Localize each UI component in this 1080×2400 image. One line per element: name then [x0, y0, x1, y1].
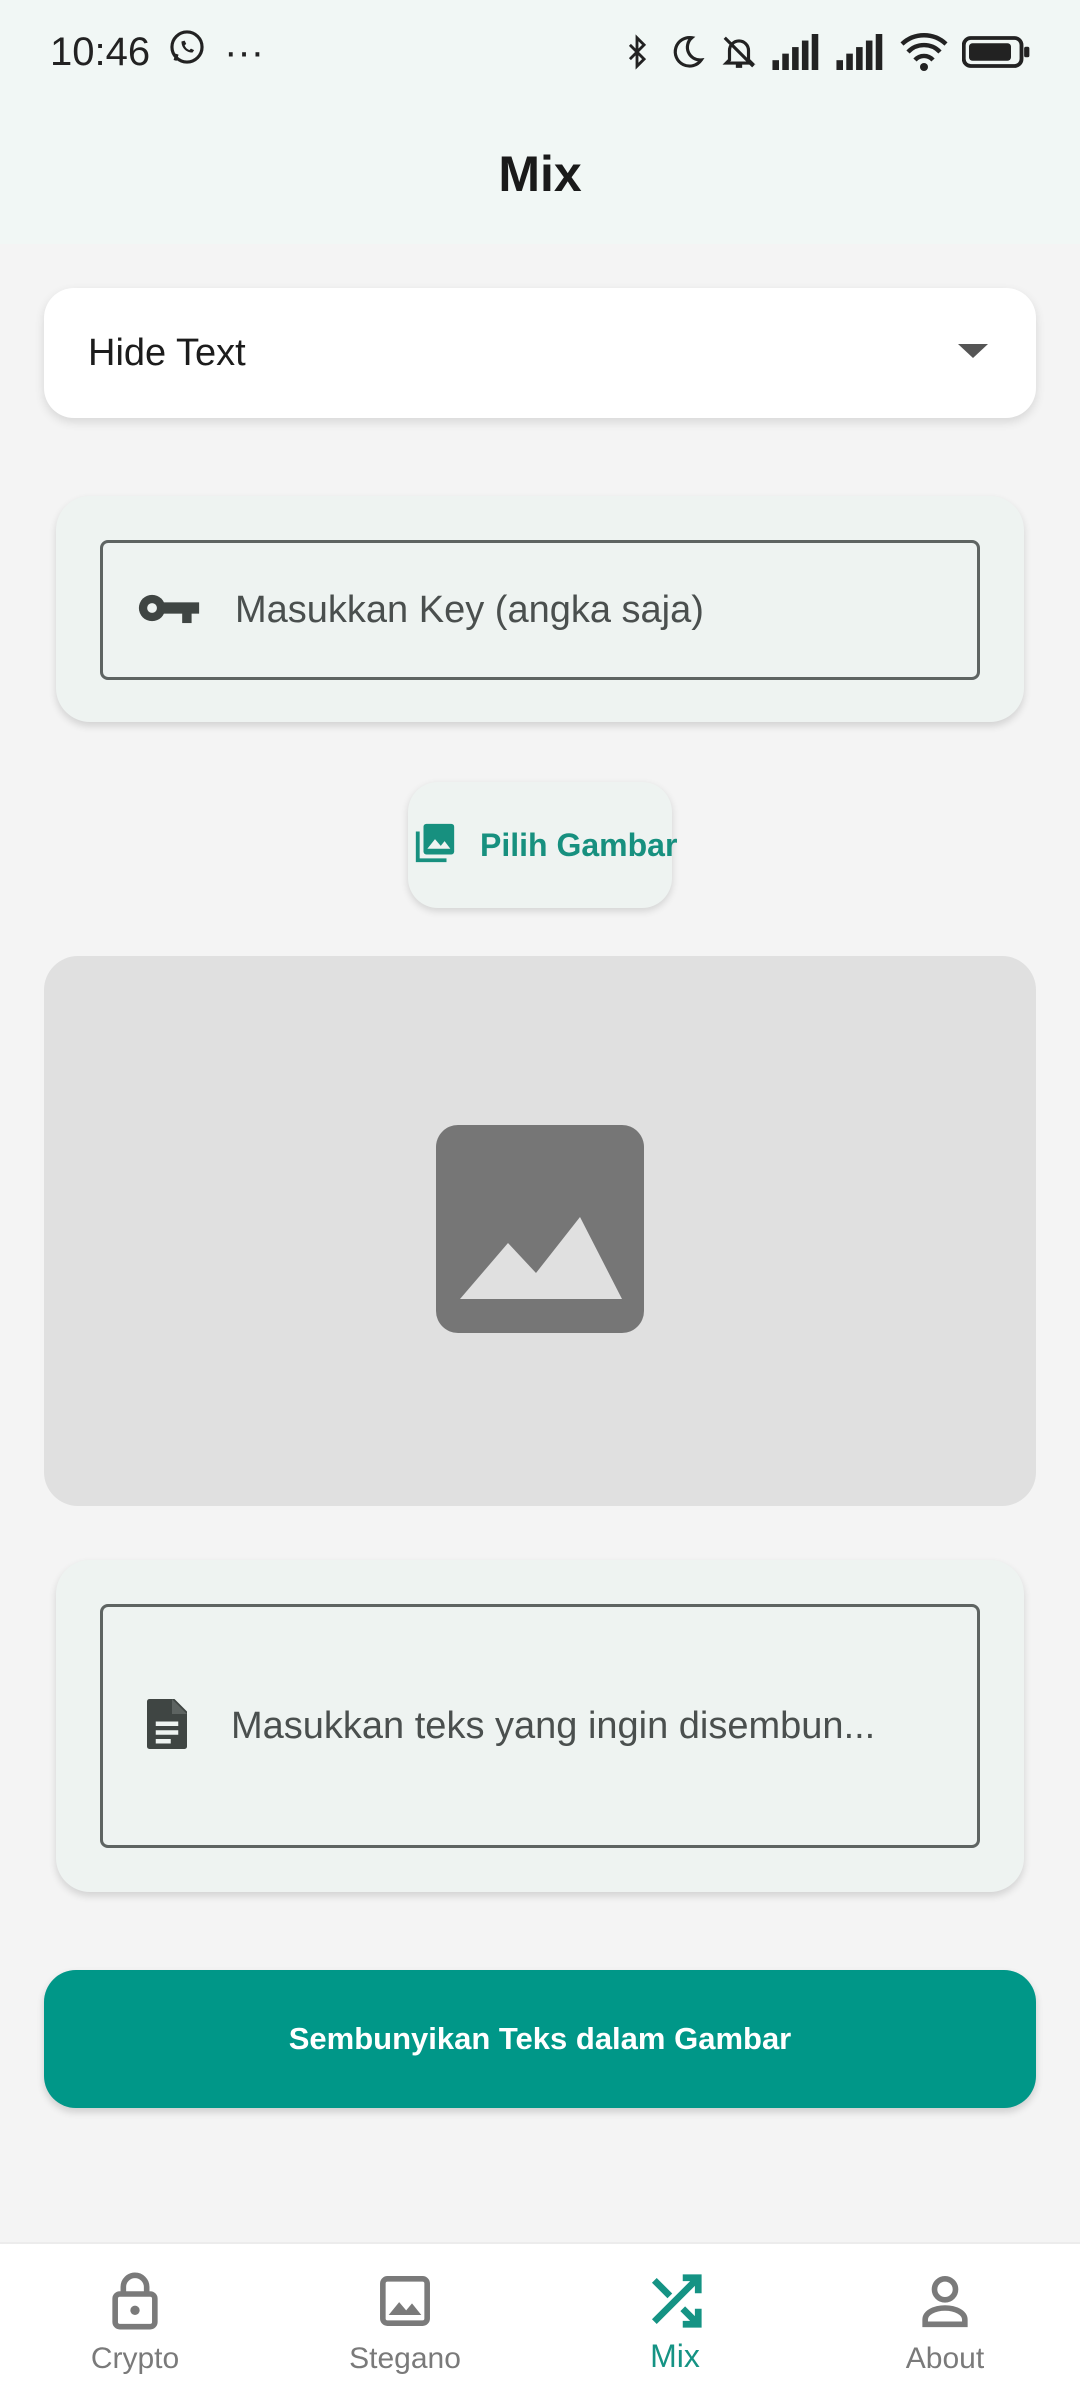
- pick-image-label: Pilih Gambar: [480, 826, 678, 863]
- signal-icon: [772, 34, 822, 70]
- moon-icon: [668, 32, 706, 72]
- status-bar: 10:46 ···: [0, 0, 1080, 104]
- key-card: Masukkan Key (angka saja): [56, 496, 1024, 722]
- status-left: 10:46 ···: [50, 28, 264, 76]
- message-card: Masukkan teks yang ingin disembun...: [56, 1560, 1024, 1892]
- photo-library-icon: [412, 820, 458, 871]
- whatsapp-icon: [168, 28, 206, 76]
- wifi-icon: [900, 32, 948, 72]
- message-input-placeholder: Masukkan teks yang ingin disembun...: [231, 1704, 876, 1747]
- key-input-placeholder: Masukkan Key (angka saja): [235, 588, 704, 631]
- overflow-dots: ···: [224, 29, 265, 74]
- lock-icon: [107, 2270, 163, 2332]
- chevron-down-icon: [958, 342, 988, 365]
- pick-image-button[interactable]: Pilih Gambar: [408, 782, 677, 908]
- mode-dropdown[interactable]: Hide Text: [44, 288, 1036, 418]
- bell-off-icon: [720, 32, 758, 72]
- signal-icon: [836, 34, 886, 70]
- bottom-nav: Crypto Stegano Mix About: [0, 2242, 1080, 2400]
- key-input[interactable]: Masukkan Key (angka saja): [100, 540, 980, 680]
- battery-icon: [962, 34, 1032, 70]
- image-preview: [44, 956, 1036, 1506]
- app-bar: Mix: [0, 104, 1080, 244]
- nav-label-about: About: [905, 2342, 985, 2375]
- shuffle-icon: [644, 2270, 706, 2332]
- status-right: [620, 32, 1032, 72]
- nav-item-about[interactable]: About: [810, 2244, 1080, 2400]
- bluetooth-icon: [620, 32, 654, 72]
- image-placeholder-icon: [436, 1124, 644, 1338]
- page-title: Mix: [498, 146, 582, 202]
- status-time: 10:46: [50, 29, 151, 74]
- nav-label-stegano: Stegano: [349, 2342, 461, 2375]
- nav-item-mix[interactable]: Mix: [540, 2244, 810, 2400]
- document-icon: [137, 1694, 197, 1759]
- nav-item-crypto[interactable]: Crypto: [0, 2244, 270, 2400]
- key-icon: [137, 589, 201, 632]
- hide-text-button-label: Sembunyikan Teks dalam Gambar: [288, 2021, 792, 2056]
- image-icon: [377, 2270, 433, 2332]
- person-icon: [917, 2270, 973, 2332]
- nav-item-stegano[interactable]: Stegano: [270, 2244, 540, 2400]
- hide-text-button[interactable]: Sembunyikan Teks dalam Gambar: [44, 1970, 1036, 2108]
- nav-label-mix: Mix: [650, 2338, 700, 2374]
- message-input[interactable]: Masukkan teks yang ingin disembun...: [100, 1604, 980, 1848]
- nav-label-crypto: Crypto: [90, 2342, 180, 2375]
- mode-dropdown-value: Hide Text: [88, 331, 246, 374]
